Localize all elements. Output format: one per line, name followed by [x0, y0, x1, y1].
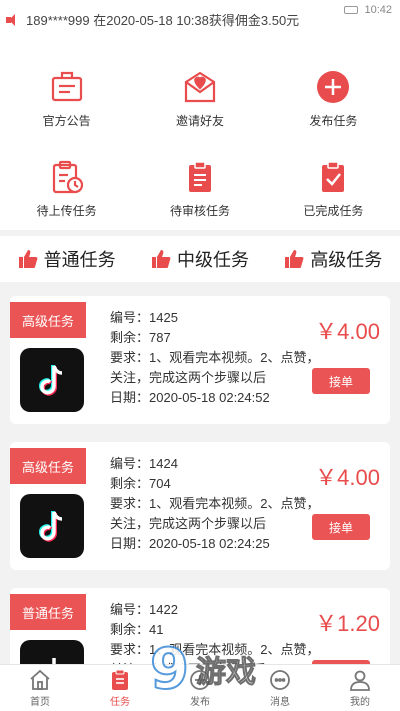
- tab-normal-task[interactable]: 普通任务: [18, 246, 116, 272]
- task-date: 日期：2020-05-18 02:24:52: [110, 390, 270, 405]
- task-remaining: 剩余：704: [110, 476, 171, 491]
- tab-advanced-task[interactable]: 高级任务: [284, 246, 382, 272]
- nav-label: 消息: [270, 696, 290, 708]
- clipboard-list-icon: [183, 160, 217, 194]
- home-icon: [30, 669, 50, 690]
- task-info: 编号：1425 剩余：787 要求：1、观看完本视频。2、点赞，关注，完成这两个…: [110, 308, 320, 408]
- task-requirement: 要求：1、观看完本视频。2、点赞，关注，完成这两个步骤以后: [110, 642, 320, 664]
- status-time: 10:42: [364, 4, 392, 16]
- nav-home[interactable]: 首页: [10, 669, 70, 708]
- accept-task-button[interactable]: 接单: [312, 514, 370, 540]
- task-level-badge: 高级任务: [10, 448, 86, 484]
- clipboard-check-icon: [316, 160, 350, 194]
- tab-label: 高级任务: [310, 250, 383, 270]
- bottom-nav: 首页 任务 发布 消息 我的: [0, 664, 400, 711]
- task-price: ￥4.00: [315, 319, 380, 344]
- menu-label: 发布任务: [309, 113, 358, 128]
- notice-bar: 189****999 在2020-05-18 10:38获得佣金3.50元 10…: [0, 0, 400, 50]
- message-icon: [270, 669, 290, 690]
- task-list[interactable]: 高级任务 编号：1425 剩余：787 要求：1、观看完本视频。2、点赞，关注，…: [0, 290, 400, 664]
- clipboard-clock-icon: [50, 160, 84, 194]
- speaker-icon: [6, 13, 20, 27]
- nav-mine[interactable]: 我的: [330, 669, 390, 708]
- nav-label: 发布: [190, 696, 210, 708]
- task-info: 编号：1422 剩余：41 要求：1、观看完本视频。2、点赞，关注，完成这两个步…: [110, 600, 320, 664]
- notice-text: 189****999 在2020-05-18 10:38获得佣金3.50元: [26, 13, 300, 28]
- nav-publish[interactable]: 发布: [170, 669, 230, 708]
- menu-label: 邀请好友: [175, 113, 224, 128]
- menu-pending-upload[interactable]: 待上传任务: [0, 144, 133, 234]
- menu-pending-review[interactable]: 待审核任务: [133, 144, 266, 234]
- tab-label: 普通任务: [43, 250, 116, 270]
- menu-label: 待审核任务: [169, 203, 230, 218]
- task-level-badge: 高级任务: [10, 302, 86, 338]
- tab-intermediate-task[interactable]: 中级任务: [151, 246, 249, 272]
- battery-icon: [344, 6, 359, 14]
- publish-icon: [190, 669, 210, 690]
- menu-label: 待上传任务: [36, 203, 97, 218]
- plus-circle-icon: [316, 70, 350, 104]
- task-info: 编号：1424 剩余：704 要求：1、观看完本视频。2、点赞，关注，完成这两个…: [110, 454, 320, 554]
- status-bar: 10:42: [344, 4, 392, 16]
- notice-marquee[interactable]: 189****999 在2020-05-18 10:38获得佣金3.50元: [6, 10, 299, 29]
- announcement-icon: [50, 70, 84, 104]
- user-icon: [350, 670, 370, 691]
- thumbs-up-icon: [285, 250, 304, 268]
- tiktok-logo-icon: [20, 348, 84, 412]
- menu-completed[interactable]: 已完成任务: [267, 144, 400, 234]
- task-id: 编号：1424: [110, 456, 178, 471]
- task-card[interactable]: 高级任务 编号：1424 剩余：704 要求：1、观看完本视频。2、点赞，关注，…: [10, 442, 390, 570]
- menu-publish-task[interactable]: 发布任务: [267, 54, 400, 144]
- task-remaining: 剩余：41: [110, 622, 164, 637]
- task-date: 日期：2020-05-18 02:24:25: [110, 536, 270, 551]
- nav-label: 任务: [110, 696, 130, 708]
- thumbs-up-icon: [18, 250, 38, 268]
- nav-task[interactable]: 任务: [90, 669, 150, 708]
- task-requirement: 要求：1、观看完本视频。2、点赞，关注，完成这两个步骤以后: [110, 496, 320, 531]
- task-price: ￥1.20: [315, 611, 380, 636]
- task-requirement: 要求：1、观看完本视频。2、点赞，关注，完成这两个步骤以后: [110, 350, 320, 385]
- accept-task-button[interactable]: 接单: [312, 368, 370, 394]
- menu-label: 官方公告: [42, 113, 91, 128]
- tiktok-logo-icon: [20, 494, 84, 558]
- tiktok-logo-icon: [20, 640, 84, 664]
- task-icon: [112, 669, 128, 690]
- nav-label: 首页: [30, 696, 50, 708]
- task-card[interactable]: 普通任务 编号：1422 剩余：41 要求：1、观看完本视频。2、点赞，关注，完…: [10, 588, 390, 664]
- task-card[interactable]: 高级任务 编号：1425 剩余：787 要求：1、观看完本视频。2、点赞，关注，…: [10, 296, 390, 424]
- menu-invite-friends[interactable]: 邀请好友: [133, 54, 266, 144]
- task-price: ￥4.00: [315, 465, 380, 490]
- thumbs-up-icon: [151, 250, 171, 268]
- task-id: 编号：1422: [110, 602, 178, 617]
- task-id: 编号：1425: [110, 310, 178, 325]
- task-level-tabs: 普通任务 中级任务 高级任务: [0, 236, 400, 282]
- task-level-badge: 普通任务: [10, 594, 86, 630]
- nav-label: 我的: [350, 696, 370, 708]
- invite-envelope-icon: [183, 70, 217, 104]
- menu-official-announcement[interactable]: 官方公告: [0, 54, 133, 144]
- nav-message[interactable]: 消息: [250, 669, 310, 708]
- tab-label: 中级任务: [176, 250, 249, 270]
- task-remaining: 剩余：787: [110, 330, 171, 345]
- feature-grid: 官方公告 邀请好友 发布任务 待上传任务 待审核任务 已完成任务: [0, 50, 400, 230]
- menu-label: 已完成任务: [303, 203, 364, 218]
